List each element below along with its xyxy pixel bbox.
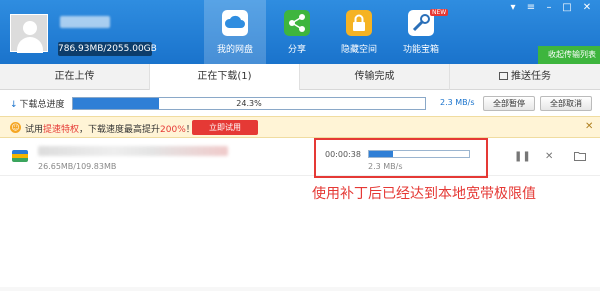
download-arrow-icon: ↓ [10,100,18,110]
nav-label: 我的网盘 [216,45,253,55]
transfer-tabs: 正在上传 正在下载(1) 传输完成 推送任务 [0,64,600,91]
promo-banner: ☺ 试用提速特权，下载速度最高提升200%！ 立即试用 ✕ [0,116,600,138]
close-icon[interactable]: ✕ [580,2,594,13]
file-name-blurred [38,146,228,156]
nav-label: 隐藏空间 [340,45,377,55]
total-speed: 2.3 MB/s [440,98,475,107]
promo-middle: ，下载速度最高提升 [79,125,161,135]
try-now-button[interactable]: 立即试用 [192,120,258,135]
tab-uploading[interactable]: 正在上传 [0,64,150,90]
folder-icon[interactable] [574,151,586,164]
share-icon [284,10,310,36]
tab-downloading[interactable]: 正在下载(1) [150,64,300,91]
nav-label: 分享 [287,45,306,55]
cancel-icon[interactable]: ✕ [545,151,553,162]
avatar[interactable] [10,14,48,53]
file-size: 26.65MB/109.83MB [38,162,117,171]
bottom-edge [0,287,600,291]
promo-close-icon[interactable]: ✕ [585,121,593,132]
total-label-text: 下载总进度 [19,100,65,110]
push-icon [499,72,508,80]
download-item[interactable]: 26.65MB/109.83MB 00:00:38 2.3 MB/s ❚❚ ✕ [0,140,600,176]
menu-icon[interactable]: ≡ [524,2,538,13]
pause-icon[interactable]: ❚❚ [514,151,531,162]
smile-icon: ☺ [10,122,21,133]
nav-label: 功能宝箱 [402,45,439,55]
total-progress-label: ↓ 下载总进度 [10,97,65,110]
archive-file-icon [12,150,28,162]
storage-quota: 786.93MB/2055.00GB [58,42,157,56]
cancel-all-button[interactable]: 全部取消 [540,96,592,111]
header-bar: 786.93MB/2055.00GB 我的网盘 分享 隐藏空间 NEW 功能宝箱… [0,0,600,64]
minimize-icon[interactable]: – [542,2,556,13]
new-badge: NEW [430,9,449,16]
nav-my-disk[interactable]: 我的网盘 [204,0,266,64]
pause-all-button[interactable]: 全部暂停 [483,96,535,111]
username-blurred [60,16,110,28]
nav-toolbox[interactable]: NEW 功能宝箱 [390,0,452,64]
promo-text: 试用提速特权，下载速度最高提升200%！ [25,122,195,135]
tab-push-label: 推送任务 [511,71,551,82]
total-progress-bar: 24.3% [72,97,426,110]
skin-icon[interactable]: ▾ [506,2,520,13]
nav-share[interactable]: 分享 [266,0,328,64]
total-progress-percent: 24.3% [236,99,262,108]
promo-percent: 200% [160,125,186,135]
speed-highlight-box [314,138,488,178]
tab-push-tasks[interactable]: 推送任务 [450,64,600,90]
total-progress-row: ↓ 下载总进度 24.3% 2.3 MB/s 全部暂停 全部取消 [0,90,600,116]
avatar-body [17,37,43,53]
lock-icon [346,10,372,36]
promo-link[interactable]: 提速特权 [43,125,79,135]
collapse-transfer-list-button[interactable]: 收起传输列表 [538,46,600,64]
tab-completed[interactable]: 传输完成 [300,64,450,90]
avatar-head [23,21,37,35]
promo-prefix: 试用 [25,125,44,135]
maximize-icon[interactable]: □ [560,2,574,13]
annotation-note: 使用补丁后已经达到本地宽带极限值 [312,186,536,202]
cloud-icon [222,10,248,36]
nav-hidden-space[interactable]: 隐藏空间 [328,0,390,64]
